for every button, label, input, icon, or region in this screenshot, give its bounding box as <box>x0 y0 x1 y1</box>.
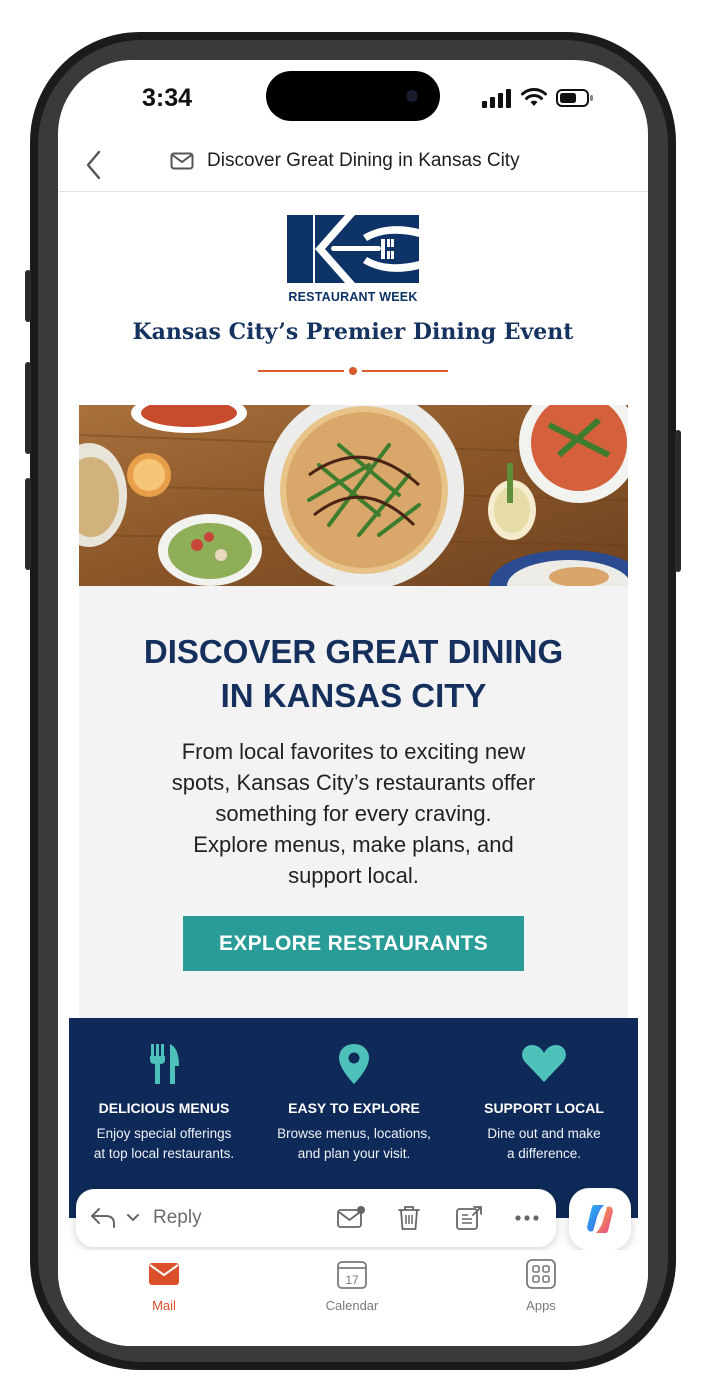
phone-volume-up <box>25 362 31 454</box>
feature-desc-line: Dine out and make <box>487 1126 601 1141</box>
message-header: Discover Great Dining in Kansas City <box>58 140 648 192</box>
body-line: support local. <box>288 863 419 888</box>
mail-icon <box>149 1263 179 1285</box>
phone-screen: 3:34 Discover Great Dining in Kansas Cit… <box>58 60 648 1346</box>
body-line: something for every craving. <box>215 801 492 826</box>
status-time: 3:34 <box>142 84 193 112</box>
reply-arrow-icon[interactable] <box>90 1206 118 1230</box>
email-body-text: From local favorites to exciting new spo… <box>119 736 588 891</box>
copilot-button[interactable] <box>569 1188 631 1250</box>
feature-desc-line: and plan your visit. <box>297 1146 411 1161</box>
explore-restaurants-button[interactable]: EXPLORE RESTAURANTS <box>183 916 524 971</box>
apps-grid-icon <box>526 1259 556 1289</box>
body-line: From local favorites to exciting new <box>181 739 526 764</box>
move-to-folder-icon[interactable] <box>454 1204 484 1232</box>
map-pin-icon <box>339 1044 369 1084</box>
body-line: Explore menus, make plans, and <box>193 832 514 857</box>
feature-easy-to-explore: EASY TO EXPLORE Browse menus, locations,… <box>259 1018 449 1218</box>
feature-title: DELICIOUS MENUS <box>98 1100 230 1116</box>
status-bar: 3:34 <box>58 60 648 136</box>
kc-restaurant-week-logo <box>287 215 419 283</box>
envelope-icon <box>170 152 194 170</box>
status-icons <box>482 88 594 108</box>
back-chevron-icon[interactable] <box>84 148 104 182</box>
feature-title: EASY TO EXPLORE <box>288 1100 420 1116</box>
wifi-icon <box>521 88 547 106</box>
mark-unread-icon[interactable] <box>336 1205 366 1231</box>
decorative-divider <box>258 366 448 376</box>
tab-calendar-label: Calendar <box>325 1298 379 1313</box>
cellular-signal-icon <box>482 89 511 108</box>
delete-trash-icon[interactable] <box>396 1204 422 1232</box>
headline-line-2: IN KANSAS CITY <box>220 677 487 714</box>
heart-icon <box>522 1045 566 1082</box>
battery-icon <box>556 89 593 107</box>
more-options-icon[interactable] <box>514 1214 540 1222</box>
message-subject: Discover Great Dining in Kansas City <box>207 150 520 171</box>
body-line: spots, Kansas City’s restaurants offer <box>171 770 536 795</box>
feature-description: Dine out and make a difference. <box>449 1124 639 1164</box>
feature-description: Browse menus, locations, and plan your v… <box>259 1124 449 1164</box>
email-tagline: Kansas City’s Premier Dining Event <box>132 319 574 345</box>
email-headline: DISCOVER GREAT DINING IN KANSAS CITY <box>79 630 628 718</box>
reply-options-chevron-icon[interactable] <box>126 1213 140 1223</box>
reply-toolbar: Reply <box>76 1189 556 1247</box>
feature-desc-line: at top local restaurants. <box>93 1146 235 1161</box>
bottom-tab-bar: Mail 17 Calendar Apps <box>58 1250 648 1346</box>
headline-line-1: DISCOVER GREAT DINING <box>143 633 564 670</box>
calendar-icon: 17 <box>337 1261 367 1289</box>
camera-icon <box>406 90 418 102</box>
calendar-date: 17 <box>345 1273 359 1287</box>
feature-desc-line: Enjoy special offerings <box>96 1126 232 1141</box>
dynamic-island <box>266 71 440 121</box>
phone-side-button <box>25 270 31 322</box>
tab-apps-label: Apps <box>526 1298 556 1313</box>
tab-mail-label: Mail <box>152 1298 176 1313</box>
feature-desc-line: a difference. <box>506 1146 582 1161</box>
features-band: DELICIOUS MENUS Enjoy special offerings … <box>69 1018 638 1218</box>
logo-subtitle: RESTAURANT WEEK <box>288 290 418 304</box>
feature-desc-line: Browse menus, locations, <box>277 1126 431 1141</box>
reply-button[interactable]: Reply <box>153 1207 202 1229</box>
phone-volume-down <box>25 478 31 570</box>
feature-description: Enjoy special offerings at top local res… <box>69 1124 259 1164</box>
feature-title: SUPPORT LOCAL <box>484 1100 604 1116</box>
feature-delicious-menus: DELICIOUS MENUS Enjoy special offerings … <box>69 1018 259 1218</box>
hero-food-image <box>79 405 628 586</box>
copilot-icon <box>587 1205 613 1233</box>
phone-power-button <box>675 430 681 572</box>
fork-knife-icon <box>150 1044 179 1084</box>
email-body: RESTAURANT WEEK Kansas City’s Premier Di… <box>58 193 648 1346</box>
intro-panel: DISCOVER GREAT DINING IN KANSAS CITY Fro… <box>79 586 628 1018</box>
